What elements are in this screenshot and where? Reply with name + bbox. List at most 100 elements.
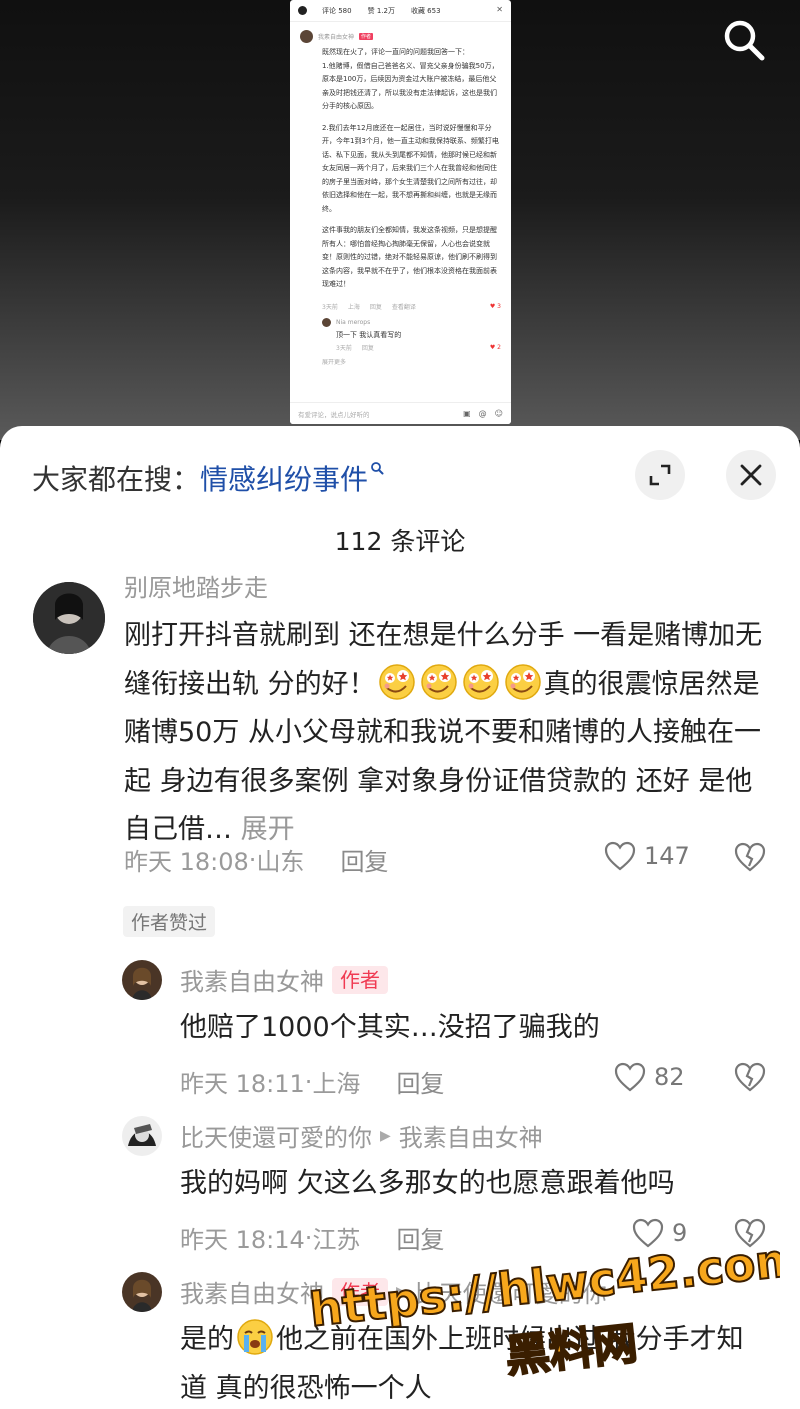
comment-time: 昨天 18:11 (180, 1070, 305, 1098)
comment-time: 昨天 18:08 (124, 848, 249, 876)
reply-button[interactable]: 回复 (396, 1220, 444, 1255)
screenshot-reply: Nia merops 顶一下 我认真看写的 3天前 回复 ♥ 2 展开更多 (300, 317, 501, 369)
star-eyes-emoji (376, 663, 544, 700)
comment-text: 我的妈啊 欠这么多那女的也愿意跟着他吗 (180, 1168, 675, 1199)
close-icon (740, 464, 762, 486)
like-count: 147 (644, 842, 690, 870)
meta-separator: · (248, 845, 257, 874)
avatar[interactable] (122, 960, 162, 1000)
comment-author-name: 我素自由女神 (180, 968, 324, 996)
search-suggestion[interactable]: 大家都在搜： 情感纠纷事件 (32, 458, 384, 498)
comments-sheet: 大家都在搜： 情感纠纷事件 112 条评论 别原地踏步走 刚打开抖音就刷到 还在… (0, 426, 800, 1409)
screenshot-tab-favorites: 收藏 653 (410, 6, 441, 15)
meta-separator: · (304, 1223, 313, 1252)
like-button[interactable]: 147 (604, 841, 690, 871)
screenshot-reply-text: 顶一下 我认真看写的 (336, 330, 402, 339)
screenshot-author-tag: 作者 (359, 33, 374, 40)
dislike-button[interactable] (734, 1062, 766, 1096)
heart-icon (604, 841, 636, 871)
screenshot-post-reply: 回复 (369, 304, 382, 311)
screenshot-tabs: 评论 580 赞 1.2万 收藏 653 ✕ (290, 0, 511, 22)
reply-to-name: 我素自由女神 (398, 1124, 543, 1152)
screenshot-avatar (300, 30, 313, 43)
comment-author[interactable]: 我素自由女神 作者 (180, 962, 388, 997)
comment-author-name: 比天使還可愛的你 (180, 1124, 372, 1152)
expand-button[interactable] (635, 450, 685, 500)
author-liked-tag: 作者赞过 (123, 906, 216, 937)
image-icon: ▣ (463, 409, 471, 418)
heart-icon (632, 1218, 664, 1248)
sheet-header: 大家都在搜： 情感纠纷事件 (0, 426, 800, 522)
screenshot-author-name: 我素自由女神 (318, 34, 355, 41)
screenshot-input-icons: ▣ @ ☺ (463, 409, 503, 418)
search-button[interactable] (716, 12, 772, 68)
comment-location: 江苏 (312, 1226, 361, 1254)
screenshot-post-meta: 3天前 上海 回复 查看翻译 ♥ 3 (300, 300, 501, 314)
comment-author[interactable]: 别原地踏步走 (124, 568, 268, 603)
screenshot-close-icon: ✕ (496, 5, 503, 14)
expand-comment-link[interactable]: 展开 (241, 814, 295, 845)
avatar[interactable] (33, 582, 105, 654)
crying-emoji (234, 1319, 276, 1355)
reply-button[interactable]: 回复 (396, 1064, 444, 1099)
comment-meta: 昨天 18:11 · 上海 回复 (180, 1064, 444, 1099)
screenshot-paragraph: 2.我们去年12月底还在一起居住，当时说好慢慢和平分开，今年1到3个月，他一直主… (322, 123, 499, 213)
like-button[interactable]: 9 (632, 1218, 687, 1248)
screenshot-body: 我素自由女神 作者 既然现在火了，评论一直问的问题我回答一下： 1.他赌博，假借… (290, 22, 511, 369)
broken-heart-icon (734, 1218, 766, 1248)
comment-text: 刚打开抖音就刷到 还在想是什么分手 一看是赌博加无缝衔接出轨 分的好！ 真的很震惊… (124, 612, 774, 855)
comment-location: 山东 (256, 848, 305, 876)
search-suggestion-prefix: 大家都在搜： (32, 463, 201, 496)
small-search-icon (370, 461, 384, 479)
screenshot-comment-input: 有爱评论，说点儿好听的 ▣ @ ☺ (290, 402, 511, 424)
author-tag: 作者 (332, 1277, 388, 1306)
dislike-button[interactable] (734, 842, 766, 876)
screenshot-reply-more: 展开更多 (322, 355, 501, 369)
heart-icon (614, 1062, 646, 1092)
screenshot-reply-meta: 3天前 回复 ♥ 2 (322, 341, 501, 355)
screenshot-reply-author: Nia merops (336, 318, 371, 326)
avatar[interactable] (122, 1272, 162, 1312)
comment-author[interactable]: 我素自由女神 作者 ▶ 比天使還可愛的你 (180, 1274, 607, 1309)
screenshot-post-header: 我素自由女神 作者 (300, 30, 501, 43)
screenshot-input-placeholder: 有爱评论，说点儿好听的 (298, 410, 370, 419)
broken-heart-icon (734, 842, 766, 872)
at-icon: @ (478, 409, 487, 418)
screenshot-post-likes: ♥ 3 (489, 303, 501, 310)
video-area[interactable]: 评论 580 赞 1.2万 收藏 653 ✕ 我素自由女神 作者 既然现在火了，… (0, 0, 800, 440)
screenshot-reply-time: 3天前 (336, 345, 352, 352)
screenshot-post-location: 上海 (347, 304, 360, 311)
screenshot-reply-like-count: 2 (497, 344, 501, 351)
screenshot-post-time: 3天前 (322, 304, 338, 311)
screenshot-paragraph: 既然现在火了，评论一直问的问题我回答一下： 1.他赌博，假借自己爸爸名义、冒充父… (322, 48, 499, 110)
screenshot-post-translate: 查看翻译 (391, 304, 416, 311)
comment-meta: 昨天 18:08 · 山东 回复 (124, 842, 388, 877)
screenshot-tab-likes: 赞 1.2万 (367, 6, 395, 15)
close-button[interactable] (726, 450, 776, 500)
author-tag: 作者 (332, 965, 388, 994)
comment-text: 他赔了1000个其实…没招了骗我的 (180, 1012, 600, 1043)
screenshot-reply-more-text: 展开更多 (322, 359, 347, 366)
search-icon (724, 20, 765, 61)
avatar[interactable] (122, 1116, 162, 1156)
comment-author[interactable]: 比天使還可愛的你 ▶ 我素自由女神 (180, 1118, 543, 1153)
screenshot-reply-reply: 回复 (361, 345, 374, 352)
dislike-button[interactable] (734, 1218, 766, 1252)
like-button[interactable]: 82 (614, 1062, 685, 1092)
expand-icon (649, 464, 671, 486)
meta-separator: · (304, 1067, 313, 1096)
reply-to-arrow-icon: ▶ (396, 1283, 407, 1300)
screenshot-reply-header: Nia merops (322, 317, 501, 327)
reply-to-name: 比天使還可愛的你 (414, 1280, 607, 1308)
comment-location: 上海 (312, 1070, 361, 1098)
like-count: 9 (672, 1219, 688, 1247)
comment-text: 是的 他之前在国外上班时候出过 我分手才知道 真的很恐怖一个人 (180, 1316, 770, 1409)
comment-time: 昨天 18:14 (180, 1226, 305, 1254)
screenshot-tab-comments: 评论 580 (322, 6, 352, 15)
screenshot-post-like-count: 3 (497, 303, 501, 310)
comment-text-part: 是的 (180, 1324, 234, 1355)
search-suggestion-link[interactable]: 情感纠纷事件 (200, 458, 368, 498)
like-count: 82 (654, 1063, 685, 1091)
screenshot-reply-likes: ♥ 2 (489, 344, 501, 351)
reply-button[interactable]: 回复 (340, 842, 388, 877)
